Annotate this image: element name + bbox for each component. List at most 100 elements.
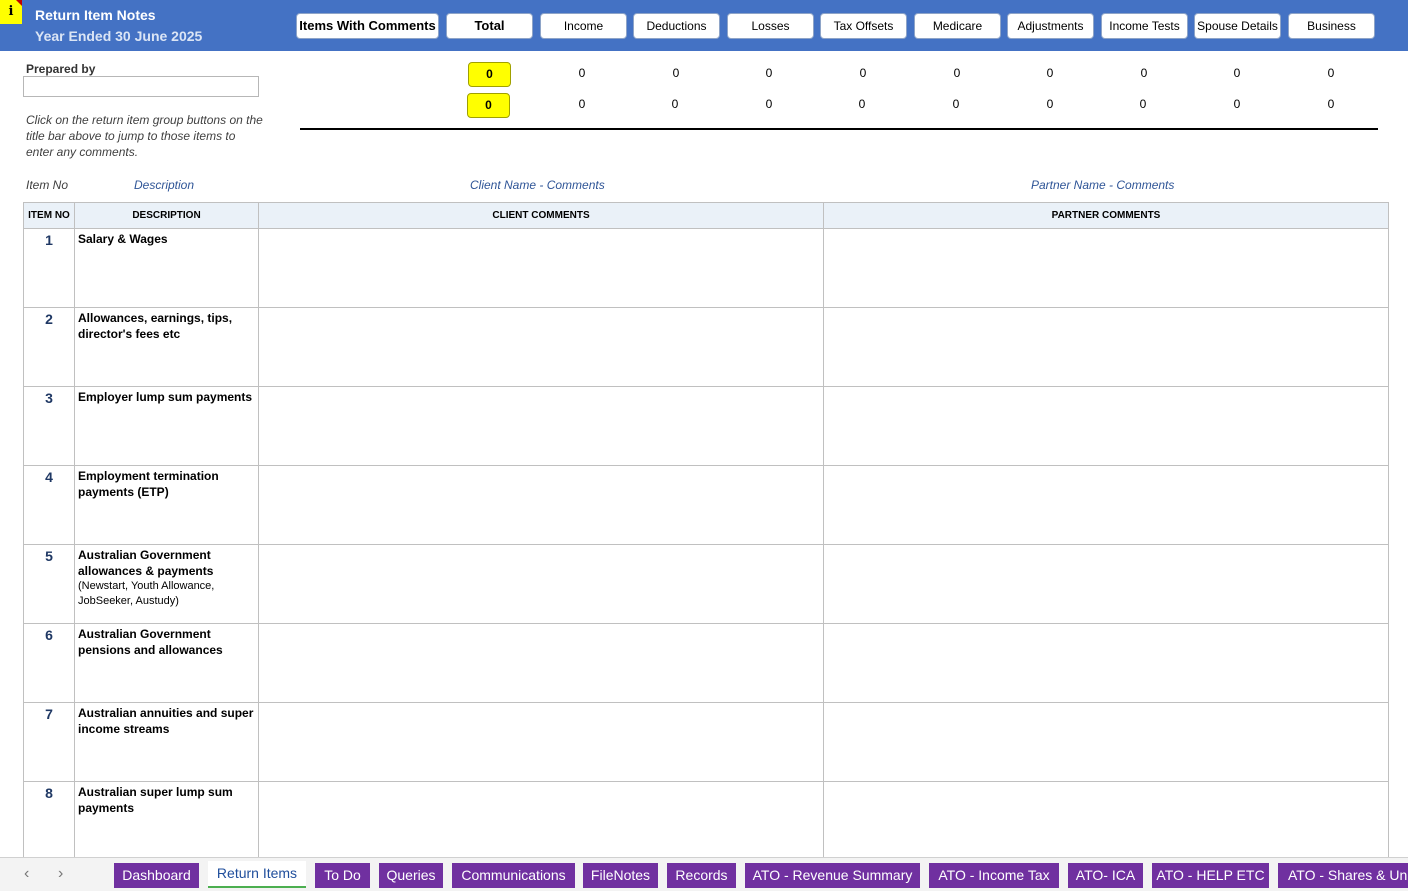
item-number: 6 <box>24 624 75 702</box>
medicare-button[interactable]: Medicare <box>914 13 1001 39</box>
partner-comment-cell[interactable] <box>824 229 1389 307</box>
description-text: Australian annuities and super income st… <box>78 706 254 736</box>
sheet-tab-bar: ‹ › Dashboard Return Items To Do Queries… <box>0 857 1408 891</box>
prev-sheet-icon[interactable]: ‹ <box>24 865 29 883</box>
item-description: Employer lump sum payments <box>75 387 259 465</box>
year-ended-label: Year Ended 30 June 2025 <box>35 28 203 44</box>
item-description: Allowances, earnings, tips, director's f… <box>75 308 259 386</box>
tab-ato-income-tax[interactable]: ATO - Income Tax <box>929 863 1059 888</box>
tab-ato-revenue-summary[interactable]: ATO - Revenue Summary <box>745 863 920 888</box>
item-description: Employment termination payments (ETP) <box>75 466 259 544</box>
client-comment-cell[interactable] <box>259 545 824 623</box>
partner-comment-cell[interactable] <box>824 387 1389 465</box>
tab-dashboard[interactable]: Dashboard <box>114 863 199 888</box>
tab-filenotes[interactable]: FileNotes <box>583 863 658 888</box>
client-comment-cell[interactable] <box>259 624 824 702</box>
partner-comment-cell[interactable] <box>824 466 1389 544</box>
description-text: Australian super lump sum payments <box>78 785 233 815</box>
business-button[interactable]: Business <box>1288 13 1375 39</box>
navigation-hint: Click on the return item group buttons o… <box>26 113 263 159</box>
tab-records[interactable]: Records <box>667 863 736 888</box>
header-item-no: ITEM NO <box>24 203 75 228</box>
description-caption: Description <box>134 178 195 192</box>
client-medicare-count: 0 <box>953 66 961 80</box>
partner-deductions-count: 0 <box>671 97 679 111</box>
item-description: Salary & Wages <box>75 229 259 307</box>
client-comment-cell[interactable] <box>259 387 824 465</box>
client-deductions-count: 0 <box>672 66 680 80</box>
tab-queries[interactable]: Queries <box>379 863 443 888</box>
partner-comments-caption: Partner Name - Comments <box>1031 178 1175 192</box>
partner-income-count: 0 <box>578 97 586 111</box>
grid-right-gutter <box>1389 202 1408 860</box>
client-comment-cell[interactable] <box>259 782 824 860</box>
income-tests-button[interactable]: Income Tests <box>1101 13 1188 39</box>
info-icon[interactable]: i <box>0 0 22 24</box>
adjustments-button[interactable]: Adjustments <box>1007 13 1094 39</box>
client-spouse-details-count: 0 <box>1233 66 1241 80</box>
description-text: Employer lump sum payments <box>78 390 253 404</box>
total-button[interactable]: Total <box>446 13 533 39</box>
next-sheet-icon[interactable]: › <box>58 865 63 883</box>
client-comment-cell[interactable] <box>259 466 824 544</box>
tab-ato-shares-units[interactable]: ATO - Shares & Units <box>1278 863 1408 888</box>
income-button[interactable]: Income <box>540 13 627 39</box>
client-income-tests-count: 0 <box>1140 66 1148 80</box>
header-client-comments: CLIENT COMMENTS <box>259 203 824 228</box>
client-total-count: 0 <box>468 62 511 87</box>
partner-comment-cell[interactable] <box>824 308 1389 386</box>
table-row: 8 Australian super lump sum payments <box>24 782 1389 860</box>
partner-medicare-count: 0 <box>952 97 960 111</box>
deductions-button[interactable]: Deductions <box>633 13 720 39</box>
sheet-title: Return Item Notes <box>35 7 156 23</box>
partner-losses-count: 0 <box>765 97 773 111</box>
partner-comment-cell[interactable] <box>824 782 1389 860</box>
client-losses-count: 0 <box>765 66 773 80</box>
client-income-count: 0 <box>578 66 586 80</box>
table-row: 7 Australian annuities and super income … <box>24 703 1389 782</box>
tab-to-do[interactable]: To Do <box>315 863 370 888</box>
prepared-by-label: Prepared by <box>26 62 96 76</box>
partner-income-tests-count: 0 <box>1139 97 1147 111</box>
client-comments-caption: Client Name - Comments <box>470 178 605 192</box>
client-comment-cell[interactable] <box>259 703 824 781</box>
partner-adjustments-count: 0 <box>1046 97 1054 111</box>
partner-comment-cell[interactable] <box>824 545 1389 623</box>
title-bar: i Return Item Notes Year Ended 30 June 2… <box>0 0 1408 51</box>
partner-tax-offsets-count: 0 <box>858 97 866 111</box>
header-partner-comments: PARTNER COMMENTS <box>824 203 1389 228</box>
tab-ato-ica[interactable]: ATO- ICA <box>1068 863 1143 888</box>
table-row: 4 Employment termination payments (ETP) <box>24 466 1389 545</box>
client-comment-cell[interactable] <box>259 308 824 386</box>
item-number: 7 <box>24 703 75 781</box>
client-adjustments-count: 0 <box>1046 66 1054 80</box>
losses-button[interactable]: Losses <box>727 13 814 39</box>
partner-comment-cell[interactable] <box>824 624 1389 702</box>
partner-comment-cell[interactable] <box>824 703 1389 781</box>
table-row: 3 Employer lump sum payments <box>24 387 1389 466</box>
table-row: 2 Allowances, earnings, tips, director's… <box>24 308 1389 387</box>
description-text: Salary & Wages <box>78 232 168 246</box>
items-with-comments-button[interactable]: Items With Comments <box>296 13 439 39</box>
description-text: Employment termination payments (ETP) <box>78 469 219 499</box>
spouse-details-button[interactable]: Spouse Details <box>1194 13 1281 39</box>
item-number: 5 <box>24 545 75 623</box>
tax-offsets-button[interactable]: Tax Offsets <box>820 13 907 39</box>
item-description: Australian annuities and super income st… <box>75 703 259 781</box>
divider-line <box>300 128 1378 130</box>
item-description: Australian Government pensions and allow… <box>75 624 259 702</box>
tab-ato-help-etc[interactable]: ATO - HELP ETC <box>1152 863 1269 888</box>
return-item-notes-sheet: i Return Item Notes Year Ended 30 June 2… <box>0 0 1408 891</box>
tab-return-items[interactable]: Return Items <box>208 861 306 888</box>
item-number: 4 <box>24 466 75 544</box>
client-comment-cell[interactable] <box>259 229 824 307</box>
description-note: (Newstart, Youth Allowance, JobSeeker, A… <box>78 580 215 607</box>
table-row: 1 Salary & Wages <box>24 229 1389 308</box>
table-header: ITEM NO DESCRIPTION CLIENT COMMENTS PART… <box>24 202 1389 229</box>
table-row: 5 Australian Government allowances & pay… <box>24 545 1389 624</box>
prepared-by-field[interactable] <box>23 76 259 97</box>
partner-business-count: 0 <box>1327 97 1335 111</box>
item-no-caption: Item No <box>26 178 69 192</box>
tab-communications[interactable]: Communications <box>452 863 575 888</box>
description-text: Australian Government allowances & payme… <box>78 548 214 578</box>
